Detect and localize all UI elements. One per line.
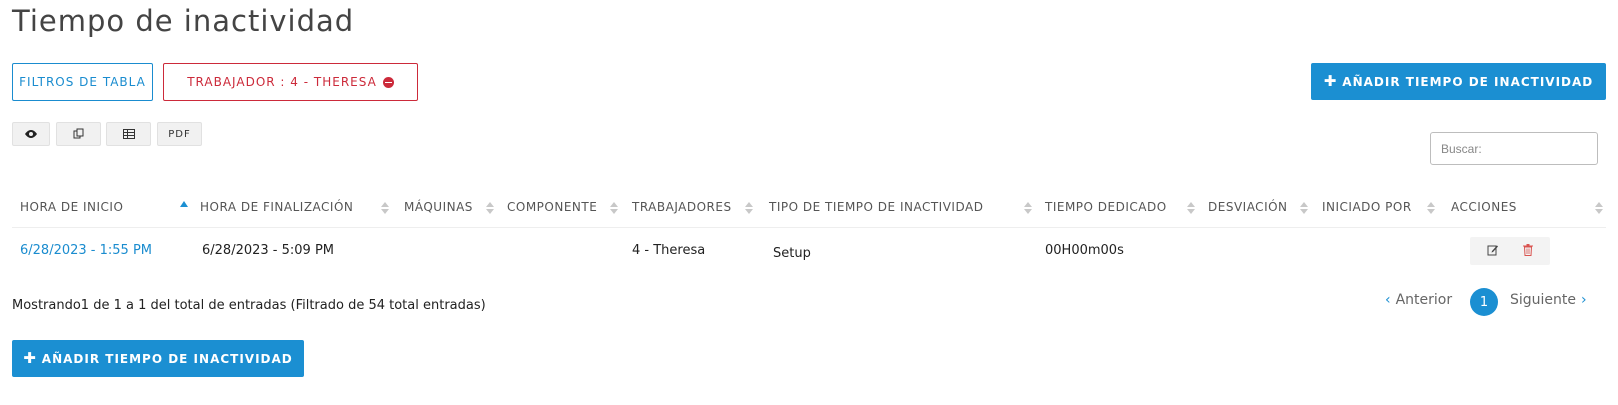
time-spent-cell: 00H00m00s [1045, 243, 1124, 258]
sort-icon [1595, 201, 1603, 215]
table-info-text: Mostrando1 de 1 a 1 del total de entrada… [12, 298, 486, 313]
remove-filter-icon[interactable] [382, 76, 394, 88]
add-downtime-button-top[interactable]: ✚ AÑADIR TIEMPO DE INACTIVIDAD [1311, 63, 1606, 100]
workers-cell: 4 - Theresa [632, 243, 706, 258]
column-header-end-time[interactable]: HORA DE FINALIZACIÓN [200, 200, 353, 214]
active-filter-chip[interactable]: TRABAJADOR : 4 - THERESA [163, 63, 418, 101]
column-header-downtime-type[interactable]: TIPO DE TIEMPO DE INACTIVIDAD [769, 200, 983, 214]
pagination-next-label: Siguiente [1510, 292, 1577, 308]
copy-icon [73, 128, 83, 139]
pagination-current-page[interactable]: 1 [1470, 288, 1498, 316]
column-header-component[interactable]: COMPONENTE [507, 200, 597, 214]
plus-icon: ✚ [23, 349, 37, 367]
table-header-divider [12, 227, 1606, 228]
column-header-start-time[interactable]: HORA DE INICIO [20, 200, 123, 214]
search-input[interactable] [1430, 132, 1598, 165]
sort-icon [745, 201, 753, 215]
edit-icon[interactable] [1487, 244, 1499, 256]
sort-icon [1187, 201, 1195, 215]
plus-icon: ✚ [1323, 72, 1338, 90]
column-visibility-button[interactable] [12, 122, 50, 146]
pagination-previous[interactable]: ‹ Anterior [1385, 292, 1452, 308]
table-filters-button[interactable]: FILTROS DE TABLA [12, 63, 153, 101]
column-header-machines[interactable]: MÁQUINAS [404, 200, 473, 214]
add-downtime-label: AÑADIR TIEMPO DE INACTIVIDAD [41, 351, 293, 366]
sort-icon [381, 201, 389, 215]
pdf-label: PDF [168, 128, 191, 140]
column-header-time-spent[interactable]: TIEMPO DEDICADO [1045, 200, 1167, 214]
sort-icon [610, 201, 618, 215]
sort-asc-icon [180, 201, 188, 207]
eye-icon [25, 130, 37, 138]
export-pdf-button[interactable]: PDF [157, 122, 202, 146]
column-header-started-by[interactable]: INICIADO POR [1322, 200, 1412, 214]
chevron-left-icon: ‹ [1385, 292, 1391, 308]
start-time-link[interactable]: 6/28/2023 - 1:55 PM [20, 243, 152, 258]
active-filter-label: TRABAJADOR : 4 - THERESA [187, 75, 377, 89]
add-downtime-label: AÑADIR TIEMPO DE INACTIVIDAD [1342, 74, 1594, 89]
chevron-right-icon: › [1581, 292, 1587, 308]
pagination-next[interactable]: Siguiente › [1510, 292, 1587, 308]
pagination-previous-label: Anterior [1395, 292, 1453, 308]
downtime-type-cell: Setup [773, 246, 811, 261]
export-excel-button[interactable] [106, 122, 151, 146]
add-downtime-button-bottom[interactable]: ✚ AÑADIR TIEMPO DE INACTIVIDAD [12, 340, 304, 377]
table-icon [122, 129, 135, 139]
sort-icon [1024, 201, 1032, 215]
end-time-cell: 6/28/2023 - 5:09 PM [202, 243, 334, 258]
table-filters-label: FILTROS DE TABLA [19, 75, 146, 89]
row-actions [1470, 237, 1550, 265]
page-title: Tiempo de inactividad [12, 4, 355, 38]
column-header-actions: ACCIONES [1451, 200, 1517, 214]
column-header-workers[interactable]: TRABAJADORES [632, 200, 732, 214]
sort-icon [486, 201, 494, 215]
sort-icon [1427, 201, 1435, 215]
trash-icon[interactable] [1523, 244, 1533, 256]
sort-icon [1300, 201, 1308, 215]
copy-button[interactable] [56, 122, 101, 146]
column-header-deviation[interactable]: DESVIACIÓN [1208, 200, 1288, 214]
